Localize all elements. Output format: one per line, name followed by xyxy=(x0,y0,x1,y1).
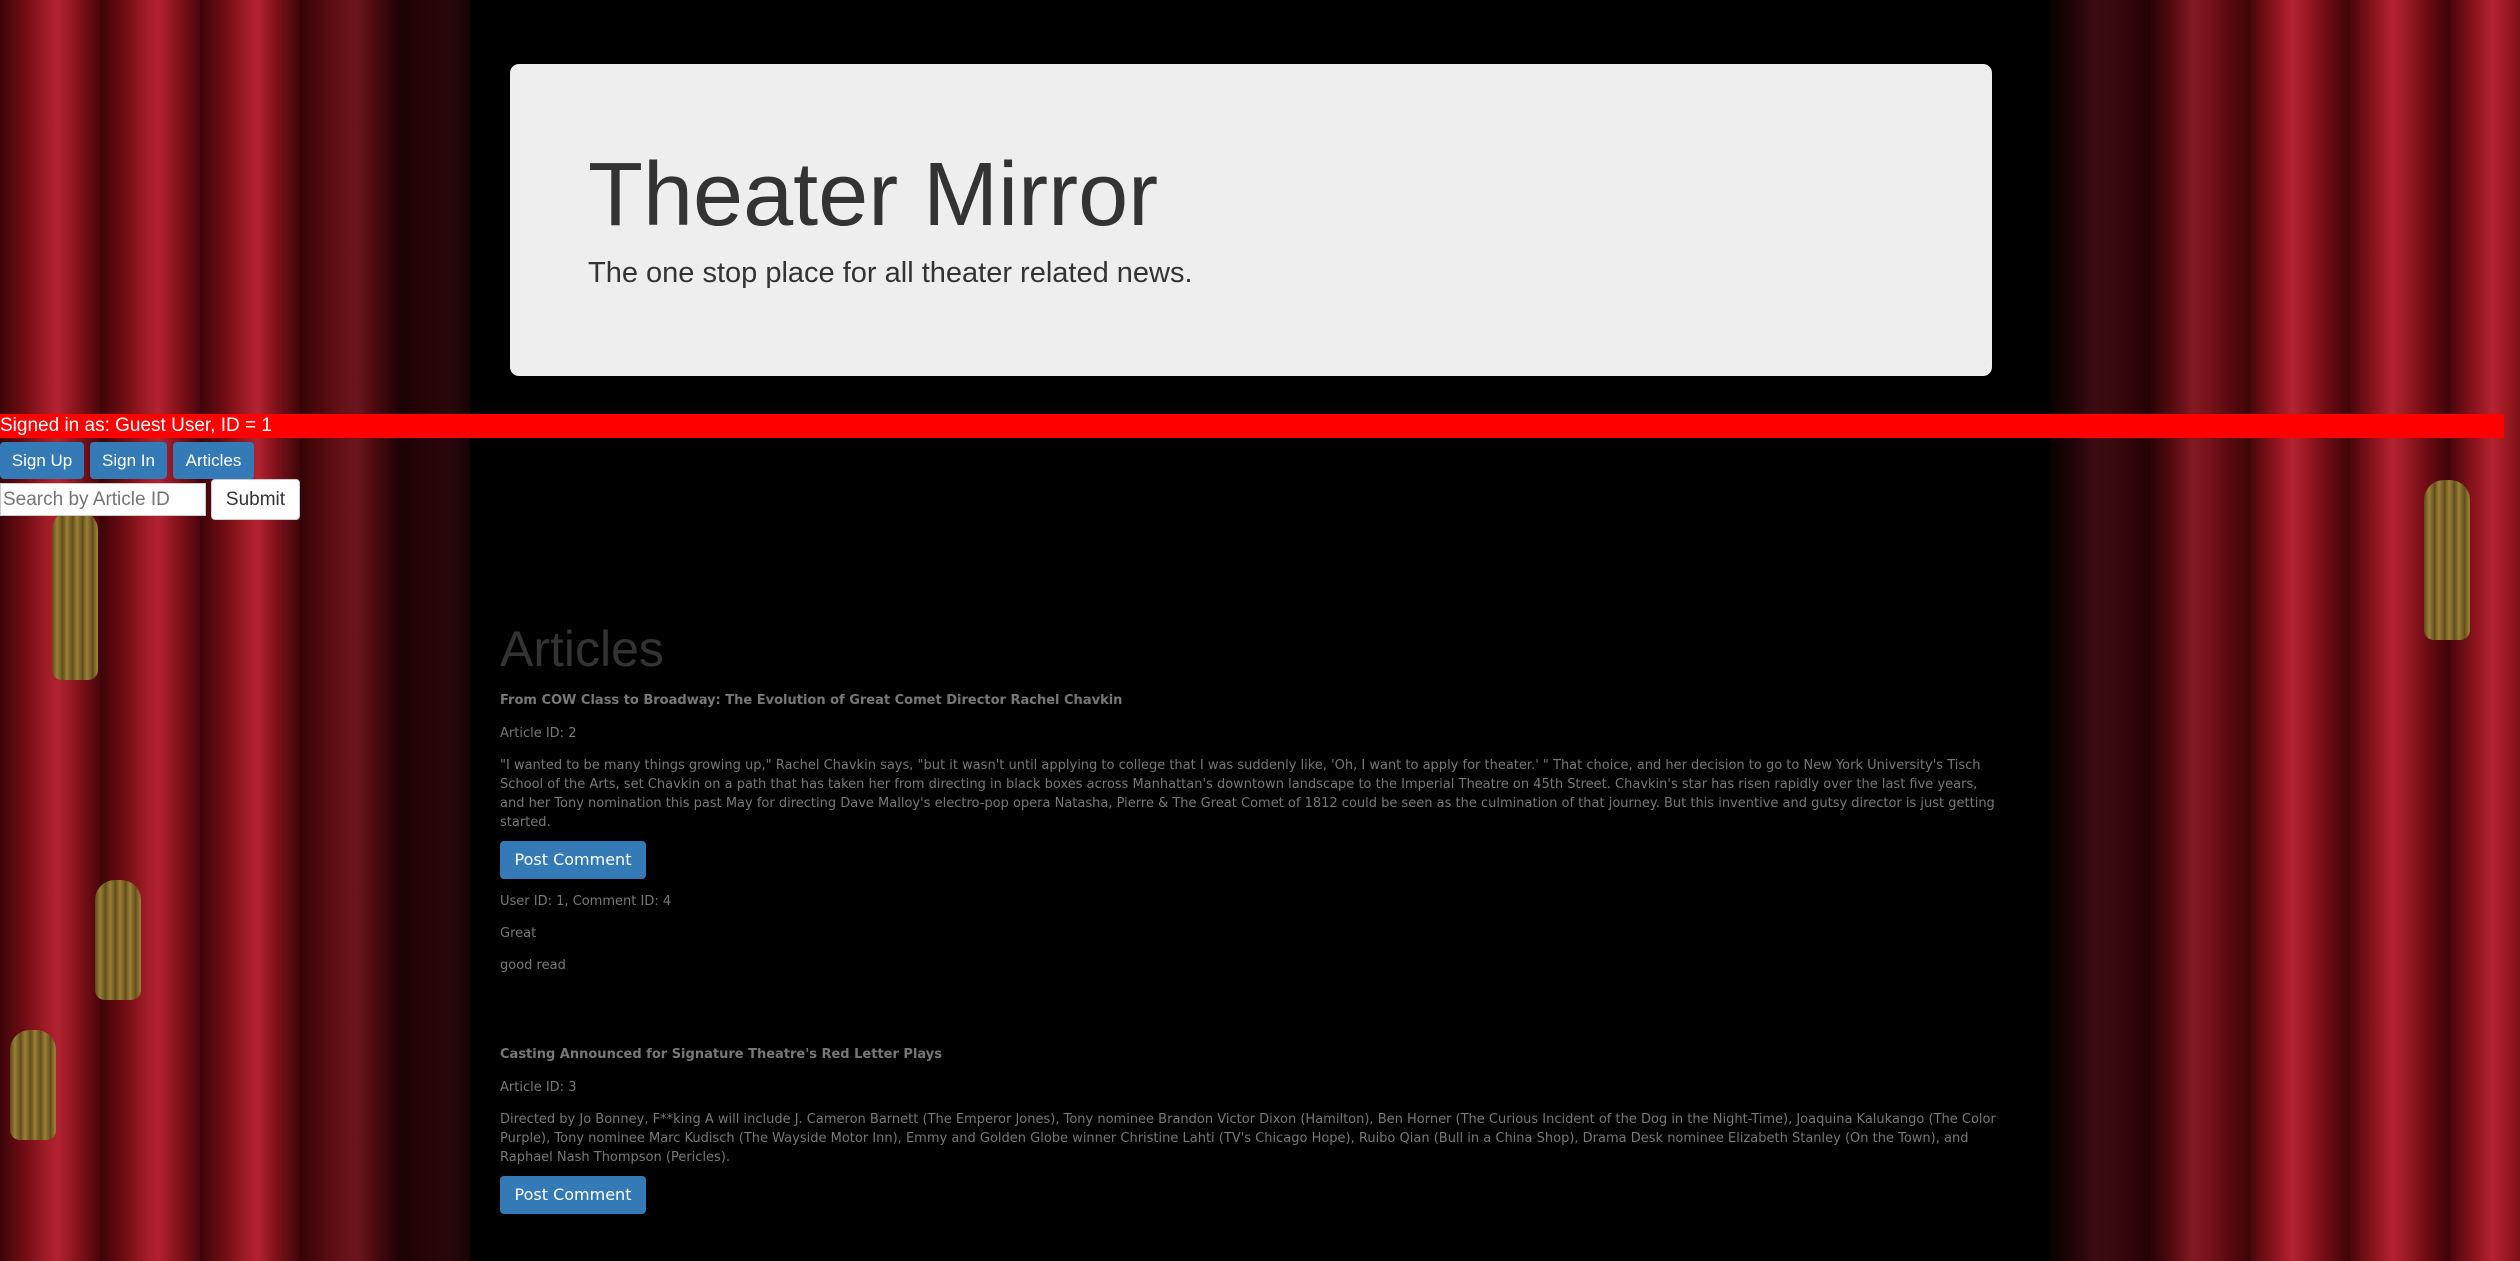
article-item: Casting Announced for Signature Theatre'… xyxy=(500,1046,2005,1214)
comment-title: Great xyxy=(500,926,537,941)
article-id: Article ID: 2 xyxy=(500,726,577,741)
article-body: "I wanted to be many things growing up,"… xyxy=(500,758,1995,830)
post-comment-button[interactable]: Post Comment xyxy=(500,841,646,879)
article-title: From COW Class to Broadway: The Evolutio… xyxy=(500,693,1123,708)
site-title: Theater Mirror xyxy=(588,145,1159,245)
articles-button[interactable]: Articles xyxy=(173,442,254,479)
article-id: Article ID: 3 xyxy=(500,1080,577,1095)
comment-meta: User ID: 1, Comment ID: 4 xyxy=(500,894,672,909)
post-comment-button[interactable]: Post Comment xyxy=(500,1176,646,1214)
article-item: From COW Class to Broadway: The Evolutio… xyxy=(500,692,2005,975)
comment-text: good read xyxy=(500,958,566,973)
article-id-search-input[interactable] xyxy=(0,483,206,516)
page: Theater Mirror The one stop place for al… xyxy=(0,0,2520,1261)
search-submit-button[interactable]: Submit xyxy=(211,479,300,520)
article-body: Directed by Jo Bonney, F**king A will in… xyxy=(500,1112,1996,1165)
articles-heading: Articles xyxy=(500,621,664,677)
comment-list: User ID: 1, Comment ID: 4 Great good rea… xyxy=(500,892,2005,975)
header-jumbotron: Theater Mirror The one stop place for al… xyxy=(510,64,1992,376)
sign-up-button[interactable]: Sign Up xyxy=(0,442,84,479)
site-subtitle: The one stop place for all theater relat… xyxy=(588,257,1193,289)
signed-in-status-bar: Signed in as: Guest User, ID = 1 xyxy=(0,414,2504,438)
articles-section: Articles From COW Class to Broadway: The… xyxy=(500,620,2005,1214)
sign-in-button[interactable]: Sign In xyxy=(90,442,167,479)
article-title: Casting Announced for Signature Theatre'… xyxy=(500,1047,942,1062)
